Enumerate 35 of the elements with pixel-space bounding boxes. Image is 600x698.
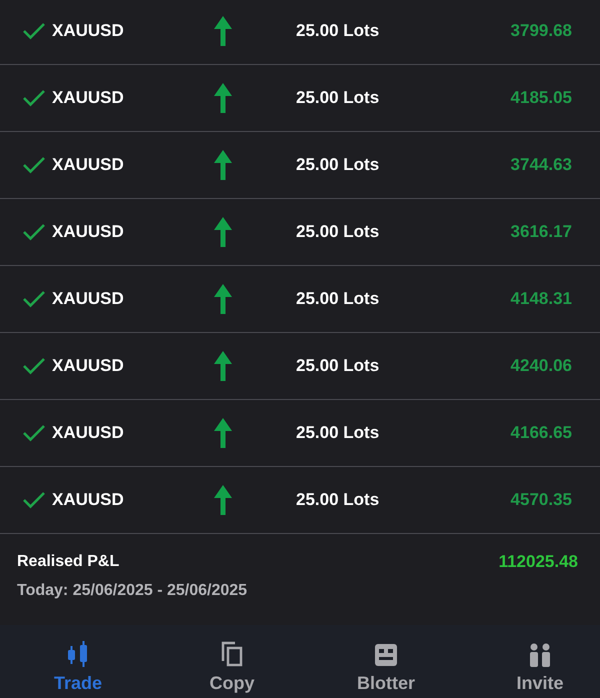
profit-value: 4185.05 xyxy=(510,88,572,108)
profit-value: 4240.06 xyxy=(510,356,572,376)
volume: 25.00 Lots xyxy=(296,423,380,443)
profit-value: 4570.35 xyxy=(510,490,572,510)
symbol: XAUUSD xyxy=(52,289,124,309)
copy-icon xyxy=(221,641,243,667)
volume: 25.00 Lots xyxy=(296,356,380,376)
profit-value: 3799.68 xyxy=(510,21,572,41)
volume: 25.00 Lots xyxy=(296,289,380,309)
nav-tab[interactable]: Invite xyxy=(510,625,570,698)
date-range: Today: 25/06/2025 - 25/06/2025 xyxy=(17,582,248,600)
symbol: XAUUSD xyxy=(52,21,124,41)
realised-pl-label: Realised P&L xyxy=(17,553,120,571)
symbol: XAUUSD xyxy=(52,356,124,376)
realised-pl-value: 112025.48 xyxy=(498,552,578,572)
nav-tab[interactable]: Blotter xyxy=(356,625,416,698)
profit-value: 4166.65 xyxy=(510,423,572,443)
symbol: XAUUSD xyxy=(52,222,124,242)
people-icon xyxy=(527,643,553,667)
nav-tab[interactable]: Trade xyxy=(48,625,108,698)
profit-value: 3616.17 xyxy=(510,222,572,242)
symbol: XAUUSD xyxy=(52,155,124,175)
volume: 25.00 Lots xyxy=(296,88,380,108)
volume: 25.00 Lots xyxy=(296,490,380,510)
profit-value: 4148.31 xyxy=(510,289,572,309)
volume: 25.00 Lots xyxy=(296,222,380,242)
volume: 25.00 Lots xyxy=(296,21,380,41)
candlestick-icon xyxy=(67,641,89,667)
symbol: XAUUSD xyxy=(52,88,124,108)
symbol: XAUUSD xyxy=(52,490,124,510)
symbol: XAUUSD xyxy=(52,423,124,443)
document-icon xyxy=(374,643,398,667)
nav-tab[interactable]: Copy xyxy=(202,625,262,698)
volume: 25.00 Lots xyxy=(296,155,380,175)
profit-value: 3744.63 xyxy=(510,155,572,175)
